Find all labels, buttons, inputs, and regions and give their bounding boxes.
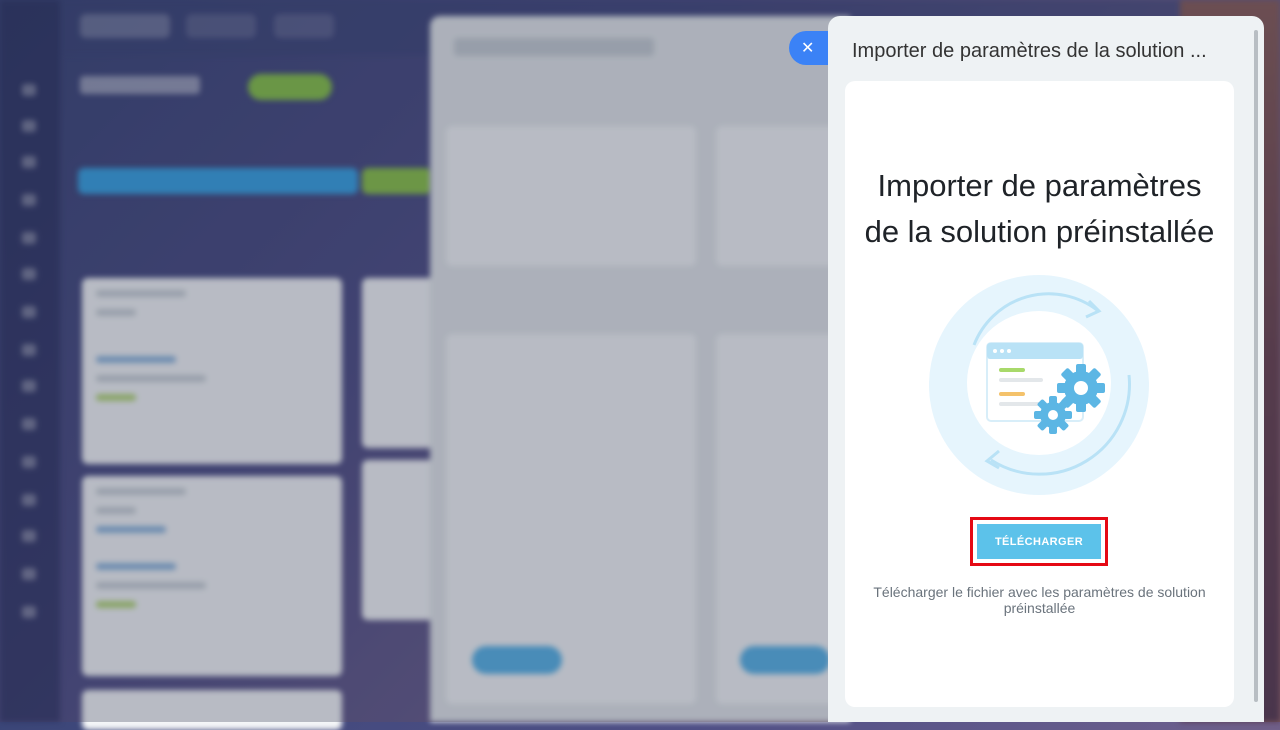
import-settings-illustration — [929, 275, 1149, 495]
import-slider-panel: Importer de paramètres de la solution ..… — [828, 16, 1264, 722]
download-description: Télécharger le fichier avec les paramètr… — [873, 584, 1206, 616]
download-button-highlight: TÉLÉCHARGER — [970, 517, 1108, 566]
headline-line-2: de la solution préinstallée — [864, 214, 1215, 249]
headline-line-1: Importer de paramètres — [877, 168, 1202, 203]
download-button[interactable]: TÉLÉCHARGER — [977, 524, 1101, 559]
import-headline: Importer de paramètres de la solution pr… — [845, 163, 1234, 255]
slider-title: Importer de paramètres de la solution ..… — [852, 40, 1207, 62]
import-content-card: Importer de paramètres de la solution pr… — [845, 81, 1234, 707]
scrollbar[interactable] — [1254, 30, 1258, 702]
close-icon: ✕ — [801, 40, 815, 57]
close-slider-button[interactable]: ✕ — [789, 31, 833, 65]
